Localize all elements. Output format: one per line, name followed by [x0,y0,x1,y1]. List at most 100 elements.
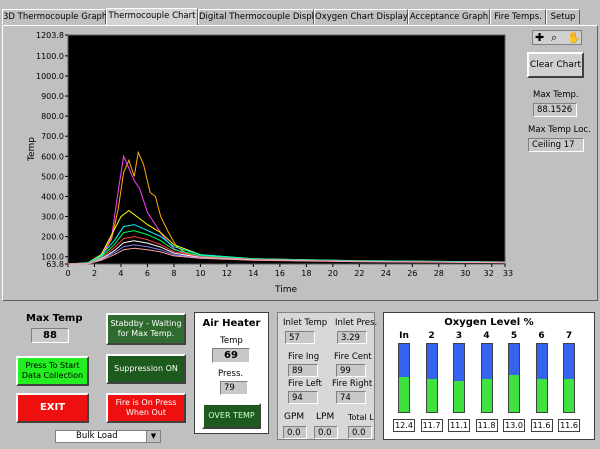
oxygen-bar-label: 4 [483,331,490,341]
bottom-max-temp-label: Max Temp [26,313,83,324]
tab-bar: 3D Thermocouple Graph Thermocouple Chart… [0,8,600,25]
start-data-collection-button[interactable]: Press To Start Data Collection [16,356,89,386]
x-tick-label: 18 [301,269,311,278]
max-temp-loc-value: Ceiling 17 [528,138,584,152]
oxygen-bar-fill [426,379,437,412]
load-type-select[interactable]: Bulk Load ▼ [55,430,161,443]
fire-cent-label: Fire Cent [334,352,372,362]
oxygen-bar [535,343,548,413]
tab-oxygen-chart-display[interactable]: Oxygen Chart Display [314,9,408,24]
max-temp-loc-label: Max Temp Loc. [528,125,591,135]
inlet-pres-label: Inlet Pres. [335,318,378,328]
oxygen-bar-fill [399,376,409,412]
plot-area [67,34,506,265]
air-heater-press-label: Press. [218,369,244,379]
y-tick-label: 1100.0 [36,52,64,61]
zoom-icon[interactable]: ⌕ [551,31,557,44]
x-tick-label: 24 [381,269,391,278]
oxygen-title: Oxygen Level % [444,317,534,328]
x-tick-label: 14 [248,269,258,278]
air-heater-temp-label: Temp [220,336,243,346]
fire-left-label: Fire Left [288,379,322,389]
oxygen-bar-label: 3 [455,331,463,341]
x-tick-label: 32 [484,269,494,278]
x-tick-label: 16 [275,269,285,278]
oxygen-value: 11.1 [448,419,470,432]
y-tick-label: 63.8 [46,260,64,269]
x-axis-label: Time [274,285,297,295]
air-heater-title: Air Heater [202,318,261,329]
oxygen-value: 12.4 [393,419,415,432]
x-tick-label: 30 [460,269,470,278]
y-tick-label: 500.0 [41,172,64,181]
y-tick-label: 1203.8 [36,31,64,40]
oxygen-bar [453,343,465,413]
y-tick-label: 200.0 [41,233,64,242]
oxygen-bar-fill [509,374,519,412]
oxygen-bar [480,343,493,413]
over-temp-indicator[interactable]: OVER TEMP [202,403,261,429]
exit-button[interactable]: EXIT [16,393,89,423]
x-tick-label: 4 [118,269,123,278]
tab-digital-thermocouple-display[interactable]: Digital Thermocouple Display [198,9,324,24]
tab-3d-thermocouple-graph[interactable]: 3D Thermocouple Graph [2,9,107,24]
x-tick-label: 26 [407,269,417,278]
load-type-value: Bulk Load [76,431,118,441]
fire-out-button[interactable]: Fire is On Press When Out [106,393,186,423]
suppression-button[interactable]: Suppression ON [106,354,186,384]
y-tick-label: 300.0 [41,213,64,222]
x-tick-label: 2 [92,269,97,278]
oxygen-bar-fill [454,380,464,412]
gpm-label: GPM [284,412,305,422]
x-tick-label: 0 [65,269,70,278]
oxygen-bar [398,343,410,413]
x-tick-label: 20 [328,269,338,278]
air-heater-press-value: 79 [220,381,248,395]
lpm-label: LPM [316,412,335,422]
inlet-pres-value: 3.29 [337,331,367,344]
oxygen-bar-label: 6 [538,331,545,341]
fire-left-value: 94 [288,391,318,404]
gpm-value: 0.0 [283,426,307,439]
oxygen-value: 13.0 [503,419,525,432]
oxygen-bar [508,343,520,413]
x-tick-label: 28 [434,269,444,278]
tab-acceptance-graph[interactable]: Acceptance Graph [408,9,490,24]
tab-thermocouple-chart[interactable]: Thermocouple Chart [106,8,198,25]
total-label: Total L [348,413,374,422]
fire-right-label: Fire Right [332,379,373,389]
max-temp-label: Max Temp. [533,90,579,100]
x-tick-label: 10 [195,269,205,278]
total-value: 0.0 [348,426,372,439]
x-tick-label: 6 [145,269,150,278]
inlet-temp-value: 57 [285,331,315,344]
oxygen-bar-label: In [399,331,409,341]
y-tick-label: 800.0 [41,112,64,121]
oxygen-bar [563,343,575,413]
clear-chart-button[interactable]: Clear Chart [527,52,584,78]
y-tick-label: 400.0 [41,192,64,201]
oxygen-bar-fill [481,378,492,412]
inlet-temp-label: Inlet Temp [283,318,328,328]
pan-hand-icon[interactable]: ✋ [567,31,581,44]
oxygen-bar [425,343,438,413]
bottom-max-temp-value: 88 [31,328,69,343]
tab-fire-temps[interactable]: Fire Temps. [490,9,546,24]
y-tick-label: 1000.0 [36,72,64,81]
oxygen-value: 11.6 [558,419,580,432]
thermocouple-chart: 1203.8 1100.0 1000.0 900.0 800.0 700.0 600.0 50… [27,31,513,295]
oxygen-value: 11.7 [420,419,443,432]
air-heater-temp-value: 69 [212,348,250,363]
oxygen-value: 11.8 [475,419,498,432]
crosshair-icon[interactable]: ✚ [535,31,544,44]
standby-indicator[interactable]: Stabdby - Waiting for Max Temp. [106,313,186,345]
y-tick-label: 700.0 [41,132,64,141]
lpm-value: 0.0 [314,426,338,439]
x-tick-label: 12 [222,269,232,278]
chevron-down-icon[interactable]: ▼ [146,431,160,442]
graph-palette: ✚ ⌕ ✋ [532,30,582,45]
fire-ing-value: 89 [288,364,318,377]
x-tick-label: 33 [503,269,513,278]
tab-setup[interactable]: Setup [546,9,580,24]
y-tick-label: 600.0 [41,152,64,161]
